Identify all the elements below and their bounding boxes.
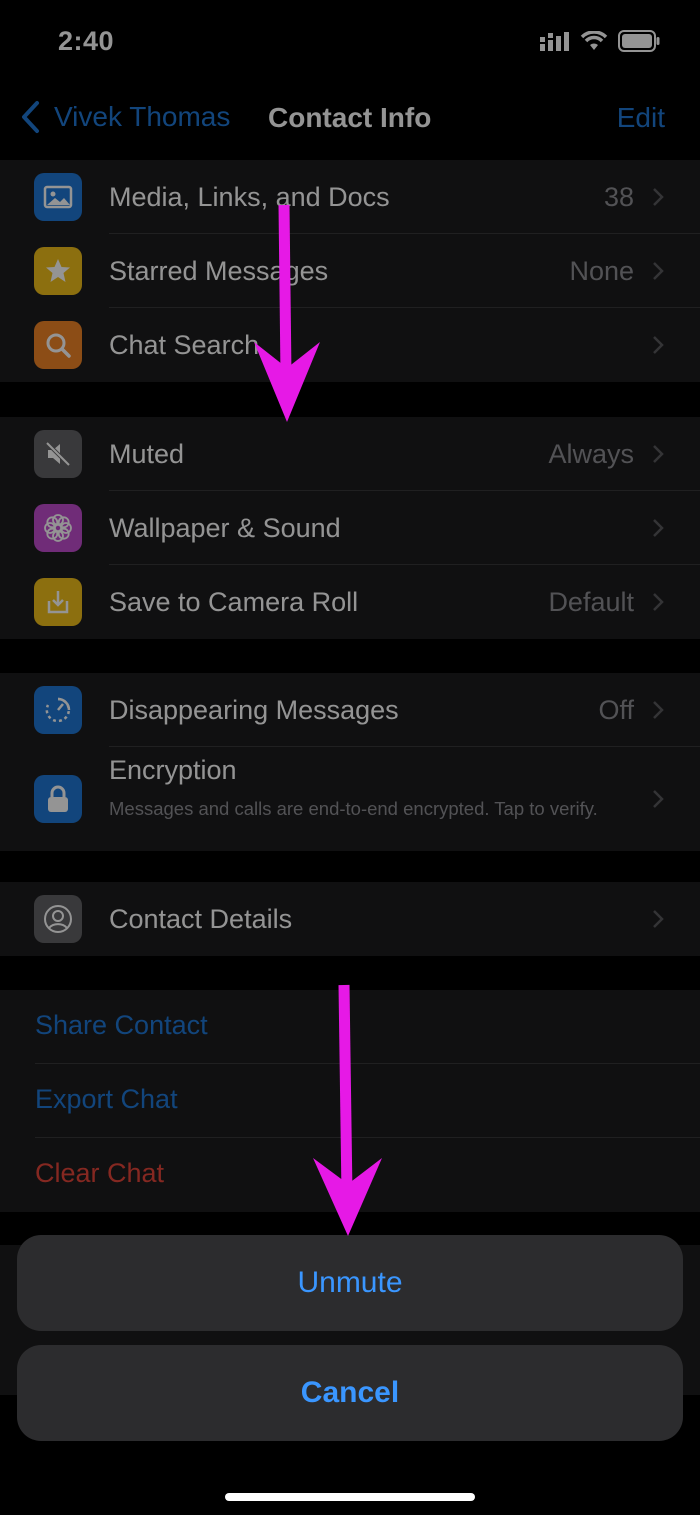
contact-info-screen: 2:40 Vivek Thomas Contact Info Edit Medi… [0,0,700,1515]
annotation-arrows [254,204,382,1236]
annotation-arrow-unmute [313,984,382,1236]
annotation-arrow-muted [254,204,320,422]
home-indicator [225,1493,475,1501]
